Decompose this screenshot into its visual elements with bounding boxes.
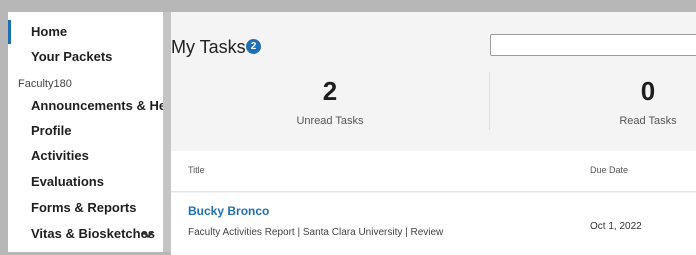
sidebar-nav: Home Your Packets Faculty180 Announcemen…: [8, 12, 163, 252]
task-name-link[interactable]: Bucky Bronco: [188, 204, 269, 218]
stat-divider: [489, 72, 490, 130]
nav-item-activities[interactable]: Activities: [8, 144, 163, 168]
stat-unread[interactable]: 2 Unread Tasks: [171, 76, 489, 128]
nav-item-vitas-biosketches-label: Vitas & Biosketches: [31, 226, 156, 241]
nav-item-your-packets[interactable]: Your Packets: [8, 45, 163, 69]
nav-item-evaluations[interactable]: Evaluations: [8, 170, 163, 194]
stat-read[interactable]: 0 Read Tasks: [535, 76, 696, 128]
search-input[interactable]: [490, 34, 696, 56]
main-content: My Tasks 2 2 Unread Tasks 0 Read Tasks T…: [171, 12, 696, 255]
chevron-down-icon[interactable]: [141, 227, 155, 241]
nav-item-forms-reports[interactable]: Forms & Reports: [8, 196, 163, 220]
nav-group-label: Faculty180: [18, 78, 72, 90]
nav-item-profile[interactable]: Profile: [8, 119, 163, 143]
nav-item-home[interactable]: Home: [8, 20, 163, 44]
stat-unread-value: 2: [322, 76, 338, 106]
stat-read-label: Read Tasks: [619, 115, 677, 127]
task-count-badge: 2: [246, 39, 261, 54]
stat-unread-label: Unread Tasks: [296, 115, 364, 127]
stat-read-value: 0: [640, 76, 656, 106]
sidebar-scrollbar[interactable]: [163, 12, 171, 252]
nav-item-announcements-help[interactable]: Announcements & Help: [8, 94, 163, 118]
page-title: My Tasks: [171, 37, 246, 57]
column-header-due-date[interactable]: Due Date: [590, 165, 628, 175]
task-description: Faculty Activities Report | Santa Clara …: [188, 227, 444, 238]
column-header-title[interactable]: Title: [188, 165, 205, 175]
nav-item-vitas-biosketches[interactable]: Vitas & Biosketches: [8, 222, 163, 246]
table-header: Title Due Date: [171, 151, 696, 192]
table-row[interactable]: Bucky Bronco Faculty Activities Report |…: [171, 193, 696, 255]
task-due-date: Oct 1, 2022: [590, 221, 642, 232]
